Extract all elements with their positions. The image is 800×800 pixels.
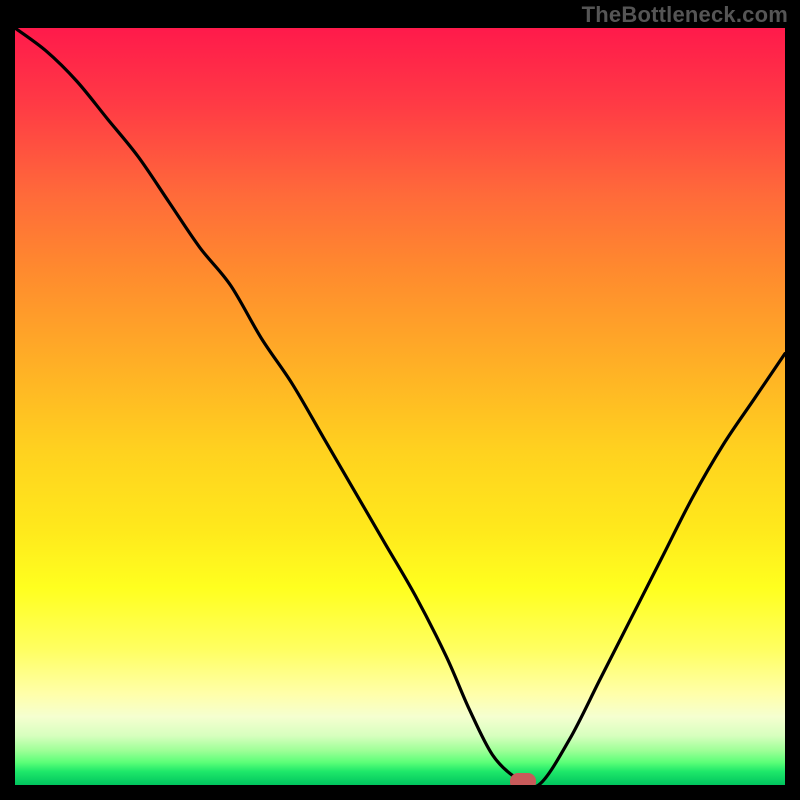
plot-area — [15, 28, 785, 785]
chart-frame: TheBottleneck.com — [0, 0, 800, 800]
bottleneck-curve — [15, 28, 785, 785]
watermark-text: TheBottleneck.com — [582, 2, 788, 28]
optimal-point-marker — [510, 773, 536, 785]
